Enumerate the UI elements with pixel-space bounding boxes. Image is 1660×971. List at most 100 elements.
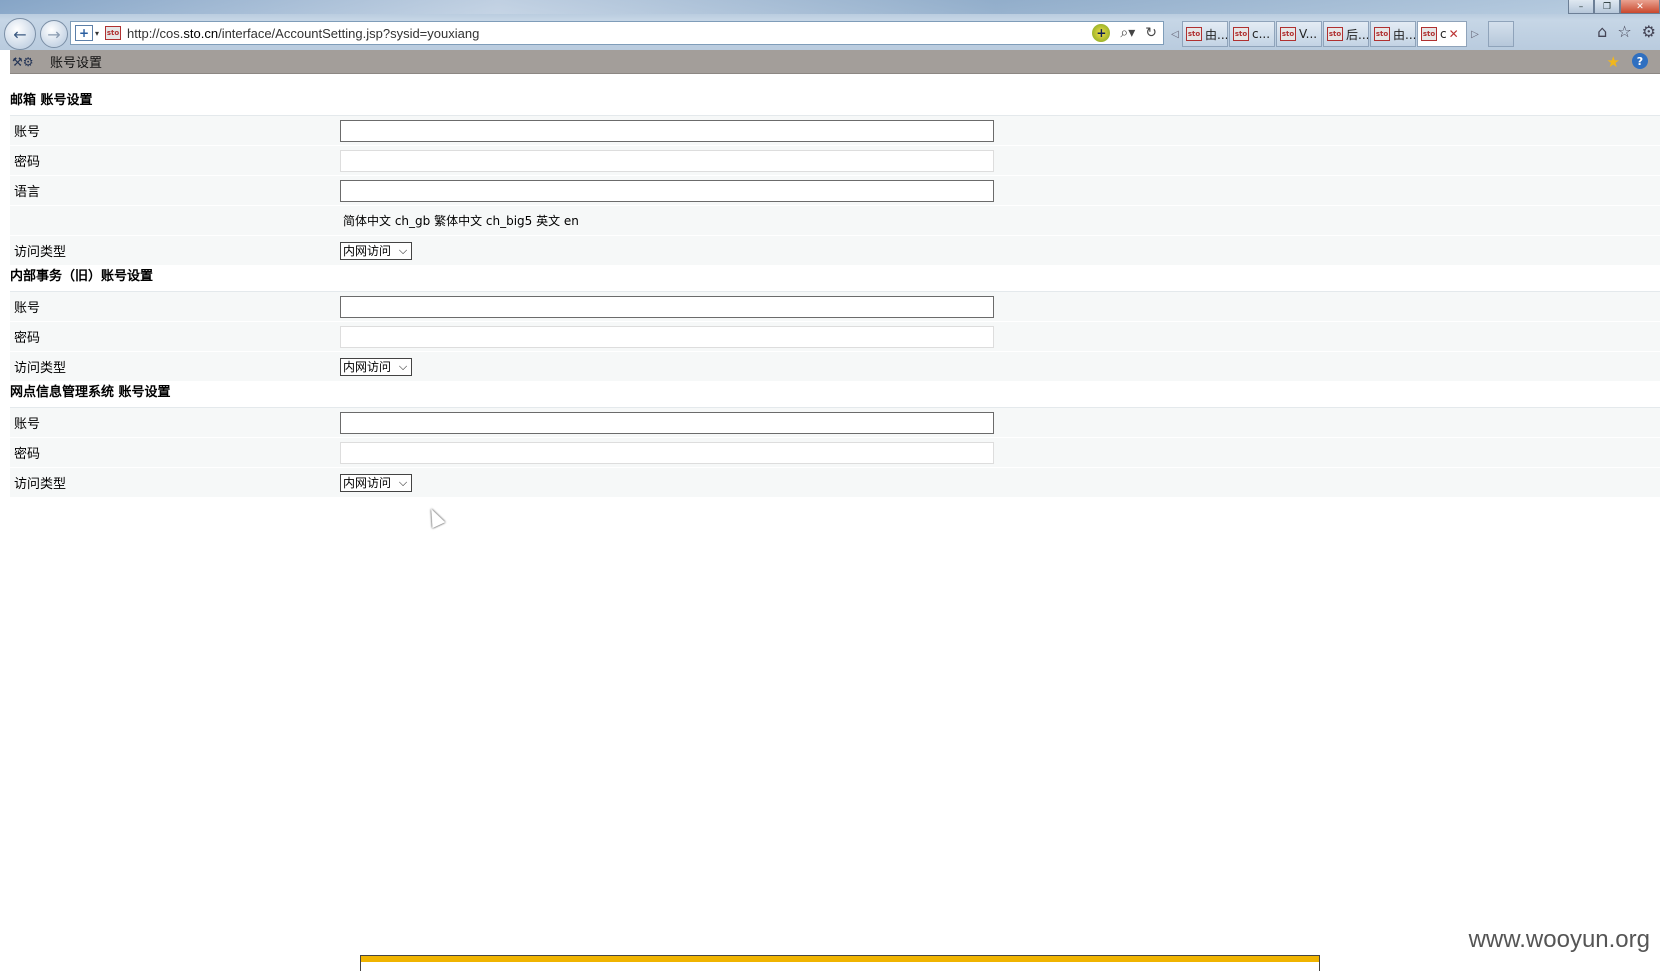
field-label: 账号 bbox=[14, 125, 41, 140]
tab-favicon-icon: sto bbox=[1186, 27, 1202, 41]
back-button[interactable]: ← bbox=[4, 18, 36, 50]
tab-scroll-left-icon[interactable]: ◁ bbox=[1168, 29, 1182, 40]
internal-access-type-select[interactable]: 内网访问 ⌵ bbox=[340, 357, 413, 376]
language-hint: 简体中文 ch_gb 繁体中文 ch_big5 英文 en bbox=[343, 214, 579, 228]
tab-favicon-icon: sto bbox=[1374, 27, 1390, 41]
mailbox-language-input[interactable] bbox=[340, 179, 994, 202]
section-title-branch-info: 网点信息管理系统 账号设置 bbox=[10, 382, 1660, 408]
field-label: 密码 bbox=[14, 155, 41, 170]
tab-label: 后... bbox=[1346, 27, 1369, 42]
favorites-icon[interactable]: ☆ bbox=[1617, 22, 1631, 41]
account-settings-form: 邮箱 账号设置 账号 密码 语言 简体中文 ch_gb 繁体中文 ch_big5… bbox=[10, 90, 1660, 498]
tab-label: 由... bbox=[1393, 27, 1416, 42]
tab-5[interactable]: sto 由... bbox=[1370, 21, 1416, 47]
form-row-access-type: 访问类型 内网访问 ⌵ bbox=[10, 468, 1660, 498]
form-row-language: 语言 bbox=[10, 176, 1660, 206]
tab-favicon-icon: sto bbox=[1280, 27, 1296, 41]
tab-strip: ◁ sto 由... sto c... sto V... sto 后... sto 由..… bbox=[1168, 20, 1514, 48]
site-favicon-icon: sto bbox=[105, 26, 122, 40]
url-text[interactable]: http://cos.sto.cn/interface/AccountSetti… bbox=[127, 26, 479, 41]
close-tab-icon[interactable]: ✕ bbox=[1449, 27, 1459, 41]
search-icon[interactable]: ⌕▾ bbox=[1120, 25, 1135, 41]
form-row-account: 账号 bbox=[10, 116, 1660, 146]
tab-label: c bbox=[1440, 27, 1447, 41]
form-row-password: 密码 bbox=[10, 322, 1660, 352]
field-label: 密码 bbox=[14, 331, 41, 346]
form-row-password: 密码 bbox=[10, 438, 1660, 468]
tab-label: 由... bbox=[1205, 27, 1228, 42]
field-label: 访问类型 bbox=[14, 477, 67, 492]
address-bar[interactable]: + ▾ sto http://cos.sto.cn/interface/Acco… bbox=[70, 21, 1164, 45]
tab-4[interactable]: sto 后... bbox=[1323, 21, 1369, 47]
select-value: 内网访问 bbox=[343, 360, 392, 374]
refresh-icon[interactable]: ↻ bbox=[1145, 25, 1157, 41]
browser-chrome: – ❐ ✕ ← → + ▾ sto http://cos.sto.cn/inte… bbox=[0, 0, 1660, 50]
help-icon[interactable]: ? bbox=[1632, 53, 1648, 69]
home-icon[interactable]: ⌂ bbox=[1597, 22, 1607, 41]
tab-favicon-icon: sto bbox=[1233, 27, 1249, 41]
section-title-mailbox: 邮箱 账号设置 bbox=[10, 90, 1660, 116]
branch-password-input[interactable] bbox=[340, 441, 994, 464]
compatibility-view-icon[interactable]: + bbox=[1092, 24, 1111, 42]
tab-favicon-icon: sto bbox=[1421, 27, 1437, 41]
settings-tools-icon: ⚒⚙ bbox=[12, 54, 34, 69]
mailbox-access-type-select[interactable]: 内网访问 ⌵ bbox=[340, 241, 413, 260]
close-window-button[interactable]: ✕ bbox=[1620, 0, 1660, 14]
restore-button[interactable]: ❐ bbox=[1594, 0, 1620, 14]
chevron-down-icon: ⌵ bbox=[398, 243, 408, 257]
add-tab-icon[interactable]: + bbox=[75, 25, 93, 41]
tab-1[interactable]: sto 由... bbox=[1182, 21, 1228, 47]
form-row-access-type: 访问类型 内网访问 ⌵ bbox=[10, 236, 1660, 266]
field-label: 访问类型 bbox=[14, 361, 67, 376]
watermark: www.wooyun.org bbox=[1468, 926, 1650, 953]
tab-6-active[interactable]: sto c ✕ bbox=[1417, 21, 1467, 47]
address-tools: + ⌕▾ ↻ bbox=[1092, 24, 1157, 42]
minimize-button[interactable]: – bbox=[1568, 0, 1594, 14]
title-bar bbox=[0, 0, 1660, 14]
tab-label: V... bbox=[1299, 27, 1318, 41]
mouse-cursor-icon bbox=[424, 505, 446, 529]
gear-icon[interactable]: ⚙ bbox=[1642, 22, 1656, 41]
field-label: 访问类型 bbox=[14, 245, 67, 260]
window-controls: – ❐ ✕ bbox=[1568, 0, 1660, 14]
page-header-actions: ★ ? bbox=[1607, 53, 1648, 71]
select-value: 内网访问 bbox=[343, 244, 392, 258]
tab-3[interactable]: sto V... bbox=[1276, 21, 1322, 47]
form-row-language-hint: 简体中文 ch_gb 繁体中文 ch_big5 英文 en bbox=[10, 206, 1660, 236]
form-row-account: 账号 bbox=[10, 408, 1660, 438]
select-value: 内网访问 bbox=[343, 476, 392, 490]
bottom-dialog-edge bbox=[360, 955, 1320, 971]
url-prefix: http://cos. bbox=[127, 25, 184, 41]
mailbox-account-input[interactable] bbox=[340, 119, 994, 142]
url-path: /interface/AccountSetting.jsp?sysid=youx… bbox=[218, 25, 480, 41]
tab-scroll-right-icon[interactable]: ▷ bbox=[1468, 29, 1482, 40]
field-label: 语言 bbox=[14, 185, 41, 200]
field-label: 密码 bbox=[14, 447, 41, 462]
star-icon[interactable]: ★ bbox=[1607, 53, 1620, 71]
url-host: sto.cn bbox=[183, 25, 219, 41]
chevron-down-icon[interactable]: ▾ bbox=[95, 29, 99, 38]
new-tab-button[interactable] bbox=[1488, 21, 1514, 47]
browser-toolbar-right: ⌂ ☆ ⚙ bbox=[1597, 22, 1656, 41]
chevron-down-icon: ⌵ bbox=[398, 475, 408, 489]
page-title: 账号设置 bbox=[50, 56, 103, 71]
chevron-down-icon: ⌵ bbox=[398, 359, 408, 373]
section-title-internal-affairs: 内部事务（旧）账号设置 bbox=[10, 266, 1660, 292]
tab-favicon-icon: sto bbox=[1327, 27, 1343, 41]
form-row-account: 账号 bbox=[10, 292, 1660, 322]
bottom-dialog-stripe bbox=[361, 956, 1319, 962]
field-label: 账号 bbox=[14, 417, 41, 432]
branch-account-input[interactable] bbox=[340, 411, 994, 434]
form-row-password: 密码 bbox=[10, 146, 1660, 176]
page-header: ⚒⚙ 账号设置 ★ ? bbox=[10, 50, 1660, 74]
tab-label: c... bbox=[1252, 27, 1271, 41]
form-row-access-type: 访问类型 内网访问 ⌵ bbox=[10, 352, 1660, 382]
forward-button[interactable]: → bbox=[40, 20, 68, 48]
internal-account-input[interactable] bbox=[340, 295, 994, 318]
branch-access-type-select[interactable]: 内网访问 ⌵ bbox=[340, 473, 413, 492]
mailbox-password-input[interactable] bbox=[340, 149, 994, 172]
forward-arrow-icon: → bbox=[47, 24, 61, 44]
internal-password-input[interactable] bbox=[340, 325, 994, 348]
back-arrow-icon: ← bbox=[13, 24, 27, 44]
tab-2[interactable]: sto c... bbox=[1229, 21, 1275, 47]
